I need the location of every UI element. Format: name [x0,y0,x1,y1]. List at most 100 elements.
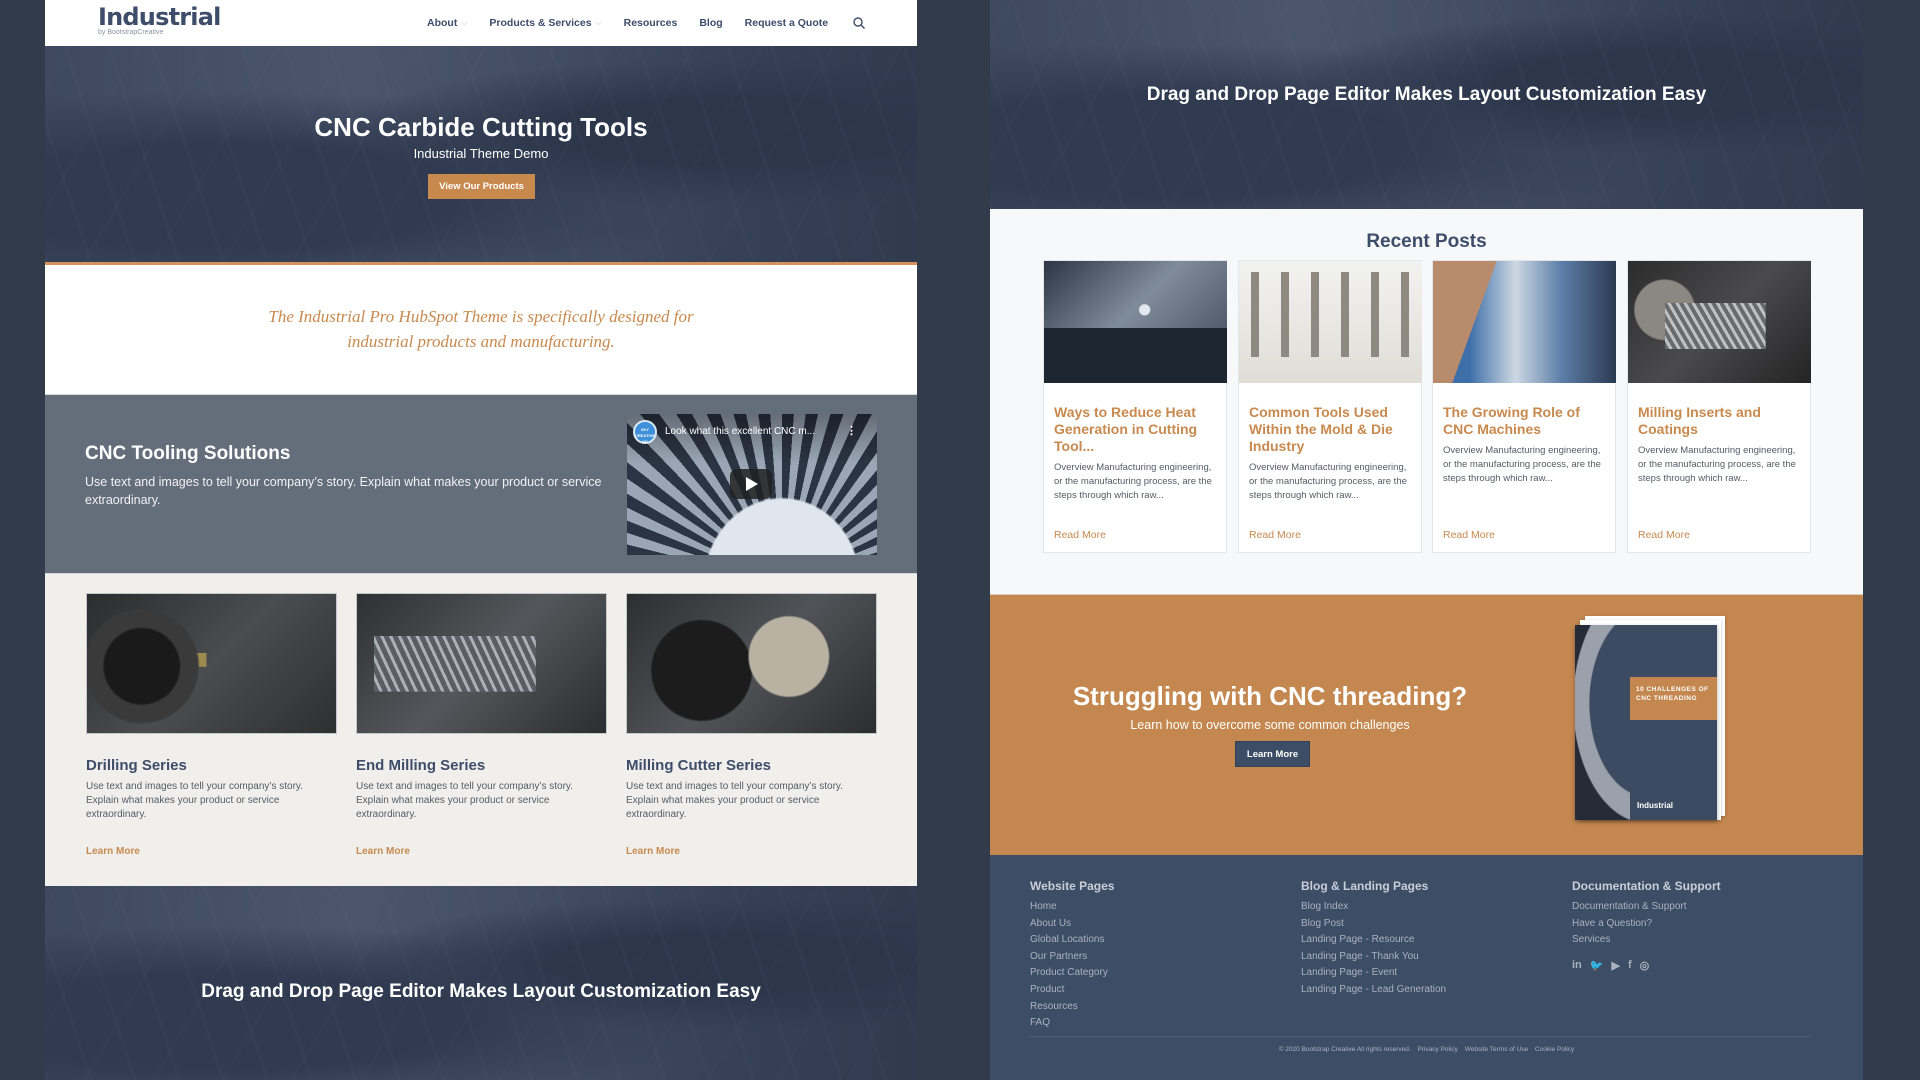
logo[interactable]: Industrial by BootstrapCreative [98,3,221,37]
nav-menu: About ⌵ Products & Services ⌵ Resources Bl… [427,0,866,46]
cta-learn-more-button[interactable]: Learn More [1235,741,1310,767]
read-more-link[interactable]: Read More [1443,529,1495,541]
privacy-policy-link[interactable]: Privacy Policy [1417,1046,1457,1053]
facebook-icon[interactable]: f [1628,959,1632,971]
post-card[interactable]: Milling Inserts and Coatings Overview Ma… [1627,260,1811,553]
homepage-preview-left: Industrial by BootstrapCreative About ⌵ P… [45,0,917,1080]
terms-of-use-link[interactable]: Website Terms of Use [1465,1046,1528,1053]
post-thumbnail[interactable] [1044,261,1227,383]
nav-label: Resources [623,17,678,29]
footer-divider [1030,1036,1812,1037]
post-card[interactable]: Ways to Reduce Heat Generation in Cuttin… [1043,260,1227,553]
post-excerpt: Overview Manufacturing engineering, or t… [1054,462,1212,501]
hero-title: CNC Carbide Cutting Tools [314,112,648,142]
footer-link[interactable]: FAQ [1030,1015,1114,1032]
product-title: Drilling Series [86,757,187,774]
product-title: End Milling Series [356,757,486,774]
chevron-down-icon: ⌵ [595,18,602,27]
post-thumbnail[interactable] [1628,261,1811,383]
intro-text: The Industrial Pro HubSpot Theme is spec… [268,307,694,351]
intro-section: The Industrial Pro HubSpot Theme is spec… [45,265,917,394]
tooling-text: Use text and images to tell your company… [85,475,602,507]
instagram-icon[interactable]: ◎ [1640,959,1650,972]
ebook-title: 10 CHALLENGES OF CNC THREADING [1630,677,1717,720]
footer-link[interactable]: Blog Index [1301,899,1446,916]
read-more-link[interactable]: Read More [1249,529,1301,541]
nav-label: About [427,17,458,29]
footer-column-documentation: Documentation & Support Documentation & … [1572,879,1721,972]
footer-link[interactable]: Landing Page - Thank You [1301,949,1446,966]
footer-link[interactable]: Our Partners [1030,949,1114,966]
nav-label: Blog [699,17,723,29]
read-more-link[interactable]: Read More [1054,529,1106,541]
product-image-drill [86,593,337,734]
footer-link[interactable]: Blog Post [1301,916,1446,933]
drag-drop-banner: Drag and Drop Page Editor Makes Layout C… [45,886,917,1080]
drag-drop-title: Drag and Drop Page Editor Makes Layout C… [1146,84,1707,105]
play-icon[interactable] [730,469,772,499]
product-text: Use text and images to tell your company… [356,781,573,820]
twitter-icon[interactable]: 🐦 [1590,959,1604,972]
cookie-policy-link[interactable]: Cookie Policy [1535,1046,1574,1053]
more-vert-icon[interactable]: ⋮ [846,424,857,437]
nav-item-resources[interactable]: Resources [624,17,678,29]
hero-banner: CNC Carbide Cutting Tools Industrial The… [45,46,917,262]
product-text: Use text and images to tell your company… [86,781,303,820]
footer-link[interactable]: Have a Question? [1572,916,1721,933]
hero-subtitle: Industrial Theme Demo [413,146,549,161]
product-card: Drilling Series Use text and images to t… [86,593,337,857]
tooling-section: CNC Tooling Solutions Use text and image… [45,394,917,573]
nav-item-request-quote[interactable]: Request a Quote [745,17,828,29]
nav-item-blog[interactable]: Blog [699,17,722,29]
cta-section: Struggling with CNC threading? Learn how… [990,594,1863,855]
footer-link[interactable]: Documentation & Support [1572,899,1721,916]
read-more-link[interactable]: Read More [1638,529,1690,541]
footer-link[interactable]: Landing Page - Lead Generation [1301,982,1446,999]
footer-link[interactable]: Landing Page - Event [1301,965,1446,982]
channel-avatar[interactable]: SKY CREATIVE HD [633,420,657,444]
product-card: End Milling Series Use text and images t… [356,593,607,857]
post-card[interactable]: The Growing Role of CNC Machines Overvie… [1432,260,1616,553]
footer-column-blog-landing: Blog & Landing Pages Blog Index Blog Pos… [1301,879,1446,999]
post-title[interactable]: Ways to Reduce Heat Generation in Cuttin… [1054,404,1216,455]
learn-more-link[interactable]: Learn More [356,846,410,857]
social-links: in 🐦 ▶ f ◎ [1572,959,1721,972]
cta-title: Struggling with CNC threading? [1072,681,1468,711]
post-thumbnail[interactable] [1239,261,1422,383]
search-icon[interactable] [852,16,866,30]
footer-link[interactable]: Product [1030,982,1114,999]
post-card[interactable]: Common Tools Used Within the Mold & Die … [1238,260,1422,553]
copyright-text: © 2020 Bootstrap Creative All rights res… [1278,1046,1411,1053]
product-image-endmill [356,593,607,734]
footer-link[interactable]: About Us [1030,916,1114,933]
linkedin-icon[interactable]: in [1572,959,1582,971]
nav-label: Request a Quote [744,17,829,29]
tooling-title: CNC Tooling Solutions [85,443,291,464]
homepage-preview-right: Drag and Drop Page Editor Makes Layout C… [990,0,1863,1080]
product-text: Use text and images to tell your company… [626,781,843,820]
post-title[interactable]: Milling Inserts and Coatings [1638,404,1800,438]
video-embed[interactable]: SKY CREATIVE HD Look what this excellent… [627,414,877,555]
video-title[interactable]: Look what this excellent CNC m... [665,426,815,437]
drag-drop-banner: Drag and Drop Page Editor Makes Layout C… [990,0,1863,209]
post-title[interactable]: Common Tools Used Within the Mold & Die … [1249,404,1411,455]
footer-link[interactable]: Resources [1030,999,1114,1016]
view-products-button[interactable]: View Our Products [428,174,535,199]
youtube-icon[interactable]: ▶ [1611,959,1619,972]
post-thumbnail[interactable] [1433,261,1616,383]
footer-heading: Blog & Landing Pages [1301,879,1429,893]
footer-link[interactable]: Product Category [1030,965,1114,982]
footer-link[interactable]: Services [1572,932,1721,949]
footer-link[interactable]: Global Locations [1030,932,1114,949]
post-title[interactable]: The Growing Role of CNC Machines [1443,404,1605,438]
learn-more-link[interactable]: Learn More [86,846,140,857]
nav-item-products-services[interactable]: Products & Services ⌵ [489,17,601,29]
ebook-art [1575,625,1630,820]
post-excerpt: Overview Manufacturing engineering, or t… [1249,462,1407,501]
post-excerpt: Overview Manufacturing engineering, or t… [1638,445,1796,484]
footer-link[interactable]: Landing Page - Resource [1301,932,1446,949]
learn-more-link[interactable]: Learn More [626,846,680,857]
logo-text: Industrial [98,3,221,31]
footer-link[interactable]: Home [1030,899,1114,916]
nav-item-about[interactable]: About ⌵ [427,17,467,29]
